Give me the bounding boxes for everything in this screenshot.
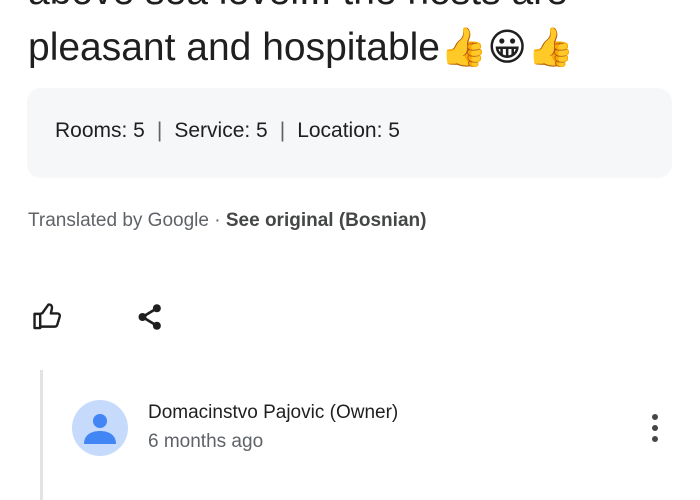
owner-name[interactable]: Domacinstvo Pajovic (Owner) [148, 402, 398, 424]
review-text-line-2: pleasant and hospitable👍😀👍 [28, 20, 688, 76]
review-text-line-1: above sea level... the hosts are [28, 0, 688, 20]
review-body: above sea level... the hosts are pleasan… [28, 0, 688, 76]
translated-by-label: Translated by Google [28, 210, 209, 231]
rating-separator: | [156, 119, 163, 142]
share-button[interactable] [132, 299, 168, 335]
thumbs-up-emoji-icon: 👍 [440, 27, 488, 69]
more-options-button[interactable] [641, 410, 669, 446]
share-icon [138, 304, 161, 330]
review-text-line-2-text: pleasant and hospitable [28, 26, 440, 69]
review-page: above sea level... the hosts are pleasan… [0, 0, 700, 500]
see-original-link[interactable]: See original (Bosnian) [226, 210, 427, 231]
ratings-summary: Rooms: 5 | Service: 5 | Location: 5 [55, 119, 400, 143]
rating-location: Location: 5 [297, 119, 400, 142]
grinning-face-emoji-icon: 😀 [487, 27, 527, 69]
rating-separator: | [279, 119, 286, 142]
rating-service: Service: 5 [174, 119, 268, 142]
person-icon [84, 414, 116, 444]
more-vert-icon [652, 414, 658, 442]
translation-dot: · [208, 210, 226, 231]
owner-reply: Domacinstvo Pajovic (Owner) 6 months ago [40, 370, 683, 500]
translation-note: Translated by Google · See original (Bos… [28, 210, 426, 232]
avatar[interactable] [72, 400, 128, 456]
ratings-box: Rooms: 5 | Service: 5 | Location: 5 [27, 88, 672, 178]
rating-rooms: Rooms: 5 [55, 119, 145, 142]
like-button[interactable] [30, 298, 66, 334]
thumbs-up-emoji-icon: 👍 [526, 27, 575, 69]
thumbs-up-outline-icon [33, 303, 62, 330]
reply-timestamp: 6 months ago [148, 431, 264, 452]
